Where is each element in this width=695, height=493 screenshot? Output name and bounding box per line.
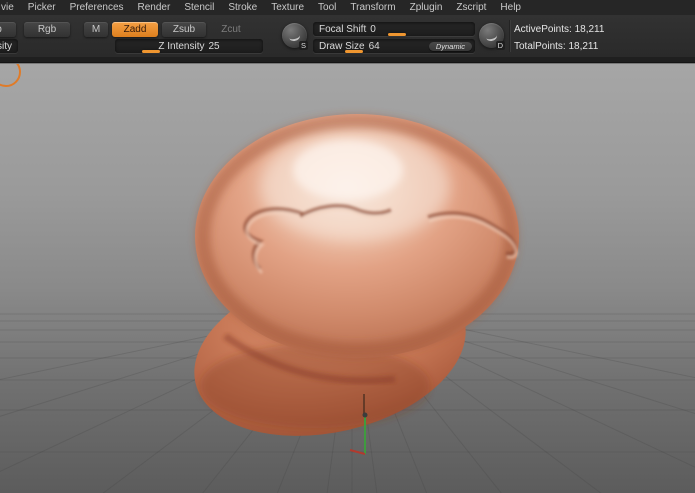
viewport-render (0, 114, 695, 493)
focal-shift-label: Focal Shift (319, 23, 367, 35)
top-shelf: b Rgb M Zadd Zsub Zcut S Focal Shift 0 s… (0, 15, 695, 57)
mrgb-button[interactable]: b (0, 22, 16, 37)
stroke-icon-label: S (298, 41, 308, 50)
rgb-button[interactable]: Rgb (24, 22, 70, 37)
focal-shift-slider[interactable]: Focal Shift 0 (313, 22, 475, 36)
menu-item-help[interactable]: Help (493, 2, 528, 13)
menu-item-render[interactable]: Render (131, 2, 178, 13)
menu-item-picker[interactable]: Picker (21, 2, 63, 13)
dynamic-button[interactable]: Dynamic (428, 41, 472, 51)
draw-size-handle[interactable] (345, 50, 364, 53)
z-intensity-label: Z Intensity (158, 40, 205, 52)
m-button[interactable]: M (84, 22, 108, 37)
sculpted-head-model (194, 114, 519, 436)
z-intensity-value: 25 (208, 40, 220, 52)
zsub-button[interactable]: Zsub (162, 22, 206, 37)
menu-item-movie-partial[interactable]: vie (0, 2, 21, 13)
zadd-button[interactable]: Zadd (112, 22, 158, 37)
rgb-intensity-slider-partial[interactable]: sity (0, 39, 18, 53)
draw-size-slider[interactable]: Draw Size 64 Dynamic (313, 39, 475, 53)
menu-item-texture[interactable]: Texture (264, 2, 311, 13)
menu-item-stencil[interactable]: Stencil (177, 2, 221, 13)
active-points-readout: ActivePoints: 18,211 (514, 24, 605, 35)
sculpt-canvas[interactable] (0, 63, 695, 493)
stroke-type-icon[interactable]: S (282, 23, 308, 50)
z-intensity-handle[interactable] (141, 50, 160, 53)
shelf-divider-line (509, 20, 510, 52)
focal-shift-handle[interactable] (387, 33, 406, 36)
zbrush-window: vie Picker Preferences Render Stencil St… (0, 0, 695, 493)
menu-item-preferences[interactable]: Preferences (63, 2, 131, 13)
menu-item-zplugin[interactable]: Zplugin (403, 2, 450, 13)
rgb-intensity-label-partial: sity (0, 40, 12, 52)
draw-size-value: 64 (368, 40, 380, 52)
menu-item-stroke[interactable]: Stroke (221, 2, 264, 13)
depth-mode-icon[interactable]: D (479, 23, 505, 50)
menu-item-transform[interactable]: Transform (343, 2, 402, 13)
menu-item-zscript[interactable]: Zscript (449, 2, 493, 13)
z-intensity-slider[interactable]: Z Intensity 25 (115, 39, 263, 53)
menu-bar: vie Picker Preferences Render Stencil St… (0, 0, 695, 15)
total-points-readout: TotalPoints: 18,211 (514, 41, 599, 52)
zcut-button[interactable]: Zcut (210, 22, 252, 37)
focal-shift-value: 0 (370, 23, 376, 35)
menu-item-tool[interactable]: Tool (311, 2, 343, 13)
depth-icon-label: D (495, 41, 505, 50)
